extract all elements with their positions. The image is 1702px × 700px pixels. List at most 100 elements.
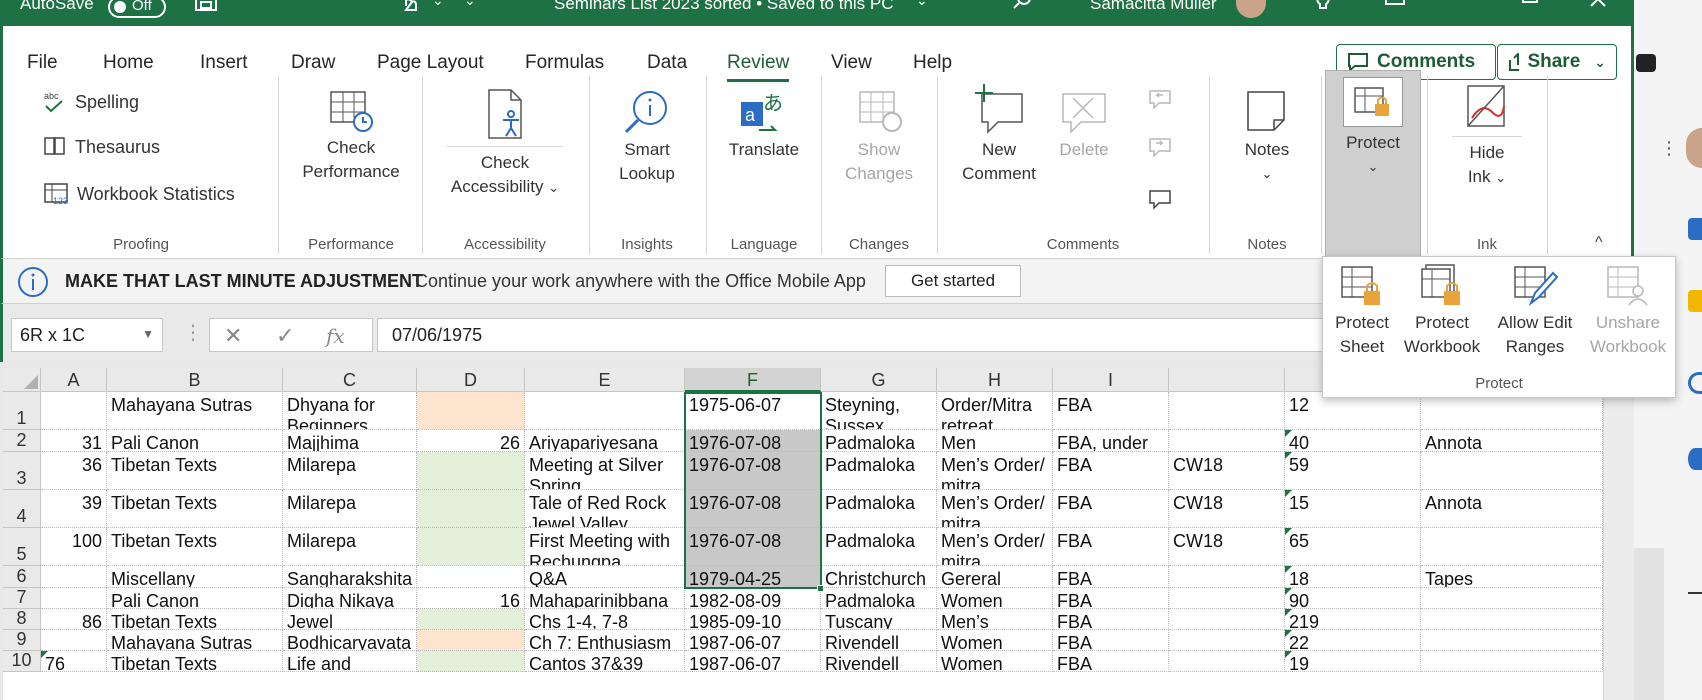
cell-e10[interactable]: Cantos 37&39 xyxy=(525,651,685,672)
cell-e5[interactable]: First Meeting with Rechungpa xyxy=(525,528,685,566)
cell-j7[interactable] xyxy=(1169,588,1285,609)
cell-a5[interactable]: 100 xyxy=(41,528,107,566)
cell-l7[interactable] xyxy=(1421,588,1603,609)
cell-f10[interactable]: 1987-06-07 xyxy=(685,651,821,672)
document-title[interactable]: Seminars List 2023 sorted • Saved to thi… xyxy=(554,0,894,14)
cell-f8[interactable]: 1985-09-10 xyxy=(685,609,821,630)
cell-j9[interactable] xyxy=(1169,630,1285,651)
new-comment-button[interactable]: New Comment xyxy=(953,82,1045,186)
cell-g3[interactable]: Padmaloka xyxy=(821,452,937,490)
cancel-icon[interactable]: ✕ xyxy=(224,323,242,349)
cell-f5[interactable]: 1976-07-08 xyxy=(685,528,821,566)
cell-a2[interactable]: 31 xyxy=(41,430,107,452)
cell-g8[interactable]: Tuscany xyxy=(821,609,937,630)
translate-button[interactable]: aあ Translate xyxy=(719,88,809,162)
tab-home[interactable]: Home xyxy=(103,52,154,74)
column-header-b[interactable]: B xyxy=(107,368,283,392)
column-header-e[interactable]: E xyxy=(525,368,685,392)
row-header[interactable]: 1 xyxy=(3,392,41,430)
cell-h5[interactable]: Men’s Order/ mitra xyxy=(937,528,1053,566)
cell-c9[interactable]: Bodhicaryavata xyxy=(283,630,417,651)
tab-data[interactable]: Data xyxy=(647,52,687,74)
share-dropdown-icon[interactable]: ⌄ xyxy=(1594,54,1606,71)
cell-k8[interactable]: 219 xyxy=(1285,609,1421,630)
cell-e2[interactable]: Ariyapariyesana xyxy=(525,430,685,452)
more-options-icon[interactable]: ⋮ xyxy=(1660,138,1678,159)
lightbulb-icon[interactable] xyxy=(1312,0,1334,14)
cell-b9[interactable]: Mahayana Sutras xyxy=(107,630,283,651)
side-app-icon[interactable] xyxy=(1688,372,1702,394)
cell-e9[interactable]: Ch 7: Enthusiasm xyxy=(525,630,685,651)
fill-handle[interactable] xyxy=(817,585,824,592)
cell-g10[interactable]: Rivendell xyxy=(821,651,937,672)
smart-lookup-button[interactable]: Smart Lookup xyxy=(603,88,691,186)
cell-e1[interactable] xyxy=(525,392,685,430)
cell-d4[interactable] xyxy=(417,490,525,528)
cell-j1[interactable] xyxy=(1169,392,1285,430)
cell-d6[interactable] xyxy=(417,566,525,588)
formula-input[interactable]: 07/06/1975 xyxy=(377,318,1327,352)
cell-c8[interactable]: Jewel xyxy=(283,609,417,630)
touch-mode-icon[interactable] xyxy=(398,0,420,14)
cell-f2[interactable]: 1976-07-08 xyxy=(685,430,821,452)
cell-h3[interactable]: Men’s Order/ mitra xyxy=(937,452,1053,490)
tab-insert[interactable]: Insert xyxy=(200,52,248,74)
autosave-toggle[interactable]: Off xyxy=(102,0,166,18)
notes-button[interactable]: Notes ⌄ xyxy=(1229,88,1305,186)
row-header[interactable]: 7 xyxy=(3,587,41,609)
cell-b3[interactable]: Tibetan Texts xyxy=(107,452,283,490)
cell-a10[interactable]: 76 xyxy=(41,651,107,672)
close-icon[interactable] xyxy=(1588,0,1608,12)
cell-b6[interactable]: Miscellany xyxy=(107,566,283,588)
cell-j2[interactable] xyxy=(1169,430,1285,452)
check-performance-button[interactable]: Check Performance xyxy=(293,88,409,184)
cell-l4[interactable]: Annota xyxy=(1421,490,1603,528)
share-button[interactable]: Share ⌄ xyxy=(1497,44,1617,80)
cell-f3[interactable]: 1976-07-08 xyxy=(685,452,821,490)
show-changes-button[interactable]: Show Changes xyxy=(833,88,925,186)
cell-c5[interactable]: Milarepa xyxy=(283,528,417,566)
cell-a9[interactable] xyxy=(41,630,107,651)
name-box-dropdown-icon[interactable]: ▼ xyxy=(142,327,154,341)
spelling-button[interactable]: abc Spelling xyxy=(43,90,139,114)
cell-l6[interactable]: Tapes xyxy=(1421,566,1603,588)
tab-review[interactable]: Review xyxy=(727,52,790,82)
cell-f1[interactable]: 1975-06-07 xyxy=(685,392,821,430)
cell-a8[interactable]: 86 xyxy=(41,609,107,630)
row-header[interactable]: 10 xyxy=(3,650,41,672)
cell-i6[interactable]: FBA xyxy=(1053,566,1169,588)
cell-c6[interactable]: Sangharakshita xyxy=(283,566,417,588)
cell-c7[interactable]: Digha Nikaya xyxy=(283,588,417,609)
protect-workbook-button[interactable]: Protect Workbook xyxy=(1399,263,1485,359)
cell-c3[interactable]: Milarepa xyxy=(283,452,417,490)
column-header-d[interactable]: D xyxy=(417,368,525,392)
cell-d5[interactable] xyxy=(417,528,525,566)
cell-l5[interactable] xyxy=(1421,528,1603,566)
cell-l9[interactable] xyxy=(1421,630,1603,651)
next-comment-icon[interactable] xyxy=(1147,136,1173,160)
cell-b7[interactable]: Pali Canon xyxy=(107,588,283,609)
enter-icon[interactable]: ✓ xyxy=(276,323,294,349)
cell-h4[interactable]: Men’s Order/ mitra xyxy=(937,490,1053,528)
row-header[interactable]: 4 xyxy=(3,490,41,528)
column-header-f[interactable]: F xyxy=(685,368,821,392)
unshare-workbook-button[interactable]: Unshare Workbook xyxy=(1585,263,1671,359)
row-header[interactable]: 5 xyxy=(3,528,41,566)
cell-k4[interactable]: 15 xyxy=(1285,490,1421,528)
cell-h6[interactable]: Gereral xyxy=(937,566,1053,588)
hide-ink-button[interactable]: Hide Ink ⌄ xyxy=(1447,82,1527,190)
cell-g1[interactable]: Steyning, Sussex xyxy=(821,392,937,430)
cell-e7[interactable]: Mahaparinibbana xyxy=(525,588,685,609)
tab-formulas[interactable]: Formulas xyxy=(525,52,604,74)
cell-c10[interactable]: Life and xyxy=(283,651,417,672)
restore-icon[interactable] xyxy=(1520,0,1540,12)
column-header-h[interactable]: H xyxy=(937,368,1053,392)
cell-f6[interactable]: 1979-04-25 xyxy=(685,566,821,588)
cell-g2[interactable]: Padmaloka xyxy=(821,430,937,452)
column-header-g[interactable]: G xyxy=(821,368,937,392)
cell-i2[interactable]: FBA, under xyxy=(1053,430,1169,452)
cell-k3[interactable]: 59 xyxy=(1285,452,1421,490)
save-icon[interactable] xyxy=(194,0,218,12)
tab-view[interactable]: View xyxy=(831,52,872,74)
cell-b2[interactable]: Pali Canon xyxy=(107,430,283,452)
